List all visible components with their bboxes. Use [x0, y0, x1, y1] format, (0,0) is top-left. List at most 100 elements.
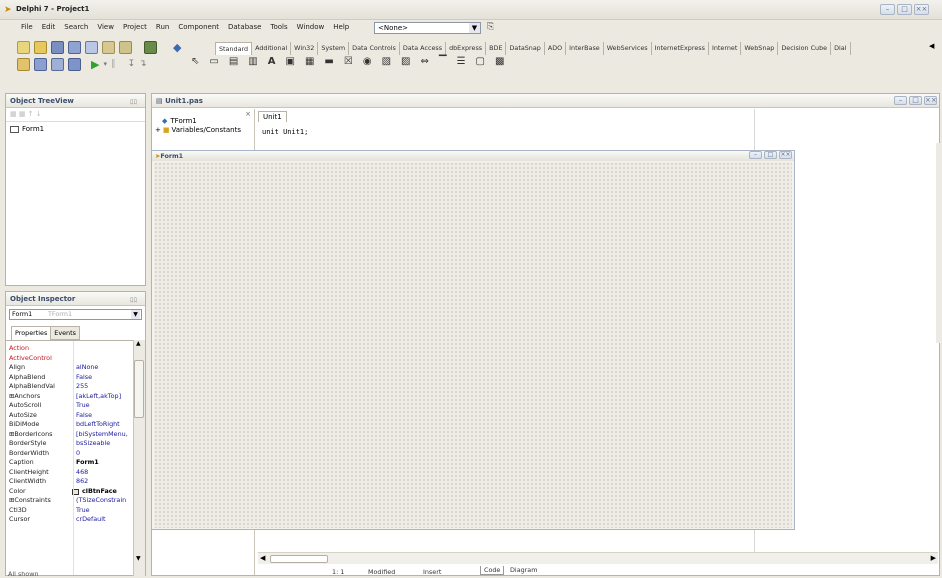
pause-icon[interactable]: ‖	[111, 58, 116, 71]
column-divider[interactable]	[73, 341, 74, 575]
property-value[interactable]: 0	[76, 449, 80, 458]
editor-minimize-button[interactable]: –	[894, 96, 907, 105]
close-explorer-icon[interactable]: ×	[245, 110, 251, 118]
tab-unit1[interactable]: Unit1	[258, 111, 287, 122]
scroll-right-icon[interactable]: ▶	[931, 554, 936, 562]
property-row[interactable]: AutoSize False	[6, 411, 136, 420]
scroll-up-icon[interactable]: ▲	[136, 340, 141, 347]
maximize-button[interactable]: □	[897, 4, 912, 15]
property-value[interactable]: bsSizeable	[76, 439, 110, 448]
pin-icon[interactable]: ﾛﾛ	[130, 295, 137, 305]
property-row[interactable]: ⊞Anchors [akLeft,akTop]	[6, 392, 136, 401]
tab-standard[interactable]: Standard	[215, 42, 253, 55]
property-row[interactable]: ActiveControl	[6, 354, 136, 363]
property-value[interactable]: False	[76, 373, 92, 382]
property-value[interactable]: [biSystemMenu,	[76, 430, 128, 439]
palette-scroll-icon[interactable]: ◀	[929, 42, 934, 50]
menu-component[interactable]: Component	[178, 23, 219, 31]
menu-tools[interactable]: Tools	[270, 23, 287, 31]
main-menu-icon[interactable]: ▤	[229, 56, 238, 67]
help-contents-icon[interactable]	[144, 41, 157, 54]
popup-menu-icon[interactable]: ▥	[248, 56, 257, 67]
editor-file-tab[interactable]: ▤ Unit1.pas	[156, 97, 203, 105]
editor-hscrollbar[interactable]: ◀ ▶	[258, 552, 938, 564]
tab-decision-cube[interactable]: Decision Cube	[778, 42, 832, 55]
tab-events[interactable]: Events	[51, 326, 80, 340]
run-icon[interactable]: ▶	[91, 58, 99, 71]
menu-run[interactable]: Run	[156, 23, 169, 31]
memo-icon[interactable]: ▦	[305, 56, 314, 67]
editor-vscrollbar[interactable]	[936, 143, 942, 343]
delete-item-icon[interactable]: ▦	[19, 110, 26, 118]
property-value[interactable]: False	[76, 411, 92, 420]
property-value[interactable]: (TSizeConstrain	[76, 496, 126, 505]
property-row[interactable]: BorderStyle bsSizeable	[6, 439, 136, 448]
tab-additional[interactable]: Additional	[252, 42, 292, 55]
new-item-icon[interactable]: ▦	[10, 110, 17, 118]
property-row[interactable]: Cursor crDefault	[6, 515, 136, 524]
trace-into-icon[interactable]: ↴	[139, 58, 147, 71]
help-icon[interactable]: ◆	[173, 41, 185, 54]
property-row[interactable]: AlphaBlendVal 255	[6, 382, 136, 391]
step-over-icon[interactable]: ↧	[127, 58, 135, 71]
remove-file-icon[interactable]	[119, 41, 132, 54]
property-row[interactable]: Caption Form1	[6, 458, 136, 468]
menu-project[interactable]: Project	[123, 23, 147, 31]
tree-item-form1[interactable]: Form1	[6, 122, 145, 136]
scroll-left-icon[interactable]: ◀	[260, 554, 265, 562]
property-value[interactable]: alNone	[76, 363, 98, 372]
tab-websnap[interactable]: WebSnap	[741, 42, 779, 55]
open-project-icon[interactable]	[85, 41, 98, 54]
form-close-button[interactable]: ××	[779, 151, 792, 159]
form-minimize-button[interactable]: –	[749, 151, 762, 159]
property-value[interactable]: crDefault	[76, 515, 106, 524]
property-row[interactable]: Align alNone	[6, 363, 136, 372]
menu-view[interactable]: View	[97, 23, 114, 31]
combobox-icon[interactable]: ▨	[401, 56, 410, 67]
chevron-down-icon[interactable]: ▼	[131, 310, 140, 319]
property-value[interactable]: Form1	[76, 458, 99, 467]
run-dropdown-icon[interactable]: ▾	[103, 58, 107, 71]
frames-icon[interactable]: ▭	[209, 56, 218, 67]
down-arrow-icon[interactable]: ↓	[36, 110, 42, 118]
close-button[interactable]: ××	[914, 4, 929, 15]
pin-icon[interactable]: ﾛﾛ	[130, 97, 137, 107]
hscroll-thumb[interactable]	[270, 555, 328, 563]
tab-dbexpress[interactable]: dbExpress	[446, 42, 487, 55]
explorer-item-tform1[interactable]: ◆ TForm1	[162, 117, 197, 125]
property-row[interactable]: Ctl3D True	[6, 506, 136, 515]
tab-system[interactable]: System	[318, 42, 350, 55]
open-icon[interactable]	[34, 41, 47, 54]
view-unit-icon[interactable]	[17, 58, 30, 71]
tab-data-controls[interactable]: Data Controls	[349, 42, 400, 55]
tab-internet[interactable]: Internet	[709, 42, 742, 55]
tab-datasnap[interactable]: DataSnap	[506, 42, 545, 55]
radiogroup-icon[interactable]: ☰	[457, 56, 466, 67]
tab-win32[interactable]: Win32	[291, 42, 319, 55]
property-row[interactable]: ⊞BorderIcons [biSystemMenu,	[6, 430, 136, 439]
tab-code[interactable]: Code	[480, 566, 505, 575]
expand-icon[interactable]: +	[155, 126, 161, 134]
menu-window[interactable]: Window	[297, 23, 325, 31]
property-value[interactable]: clBtnFace	[82, 487, 117, 496]
actionlist-icon[interactable]: ▩	[495, 56, 504, 67]
save-all-icon[interactable]	[68, 41, 81, 54]
save-desktop-icon[interactable]: ⎘	[487, 22, 494, 32]
tab-ado[interactable]: ADO	[545, 42, 567, 55]
code-line-1[interactable]: unit Unit1;	[262, 128, 750, 136]
property-row[interactable]: Color clBtnFace	[6, 487, 136, 496]
label-icon[interactable]: A	[268, 56, 276, 67]
tab-bde[interactable]: BDE	[486, 42, 507, 55]
new-form-icon[interactable]	[68, 58, 81, 71]
new-icon[interactable]	[17, 41, 30, 54]
editor-maximize-button[interactable]: □	[909, 96, 922, 105]
menu-edit[interactable]: Edit	[42, 23, 56, 31]
add-file-icon[interactable]	[102, 41, 115, 54]
panel-icon[interactable]: ▢	[476, 56, 485, 67]
edit-icon[interactable]: ▣	[286, 56, 295, 67]
scrollbar-icon[interactable]: ⇔	[420, 56, 428, 67]
tab-internetexpress[interactable]: InternetExpress	[652, 42, 709, 55]
toggle-form-unit-icon[interactable]	[51, 58, 64, 71]
property-value[interactable]: 862	[76, 477, 88, 486]
checkbox-icon[interactable]: ☒	[344, 56, 353, 67]
